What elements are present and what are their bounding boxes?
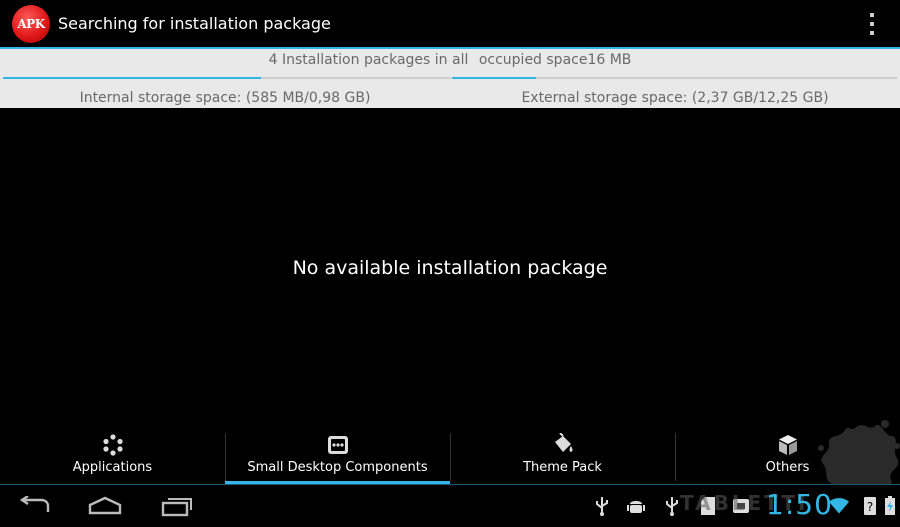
tab-label: Others	[765, 460, 810, 475]
category-tabs: Applications Small Desktop Components Th…	[0, 431, 900, 485]
tab-label: Applications	[72, 460, 153, 475]
usb-icon[interactable]	[592, 496, 612, 516]
external-storage-label: External storage space: (2,37 GB/12,25 G…	[521, 90, 829, 106]
recent-apps-icon[interactable]	[152, 491, 202, 521]
unknown-network-icon[interactable]: ?	[860, 496, 880, 516]
package-summary: 4 Installation packages in all occupied …	[0, 52, 900, 68]
tab-applications[interactable]: Applications	[0, 431, 225, 483]
occupied-space: occupied space16 MB	[478, 52, 632, 68]
home-icon[interactable]	[80, 491, 130, 521]
storage-info-panel: 4 Installation packages in all occupied …	[0, 49, 900, 108]
system-navigation-bar: TABLETTI 1:50 ?	[0, 485, 900, 527]
tab-others[interactable]: Others	[675, 431, 900, 483]
apk-logo-icon[interactable]: APK	[12, 5, 50, 43]
package-count: 4 Installation packages in all	[268, 52, 469, 68]
box-icon	[776, 433, 800, 457]
widget-icon	[326, 433, 350, 457]
action-bar: APK Searching for installation package	[0, 0, 900, 47]
internal-storage-track	[261, 77, 451, 79]
android-debug-icon[interactable]	[626, 496, 646, 516]
page-title: Searching for installation package	[58, 14, 331, 33]
wifi-icon[interactable]	[829, 496, 849, 516]
usb-icon-2[interactable]	[662, 496, 682, 516]
empty-state-message: No available installation package	[292, 257, 608, 279]
external-storage-bar	[452, 77, 536, 79]
internal-storage-bar	[3, 77, 261, 79]
external-storage-track	[536, 77, 897, 79]
overflow-menu-icon[interactable]	[866, 13, 878, 35]
tab-small-desktop-components[interactable]: Small Desktop Components	[225, 431, 450, 485]
tab-label: Theme Pack	[523, 460, 602, 475]
internal-storage-label: Internal storage space: (585 MB/0,98 GB)	[79, 90, 371, 106]
paint-bucket-icon	[551, 433, 575, 457]
tab-theme-pack[interactable]: Theme Pack	[450, 431, 675, 483]
svg-text:?: ?	[867, 500, 873, 514]
applications-icon	[101, 433, 125, 457]
back-icon[interactable]	[10, 491, 60, 521]
clock[interactable]: 1:50	[766, 488, 833, 521]
battery-charging-icon[interactable]	[880, 496, 900, 516]
logo-text: APK	[17, 17, 45, 31]
tab-label: Small Desktop Components	[247, 460, 428, 475]
